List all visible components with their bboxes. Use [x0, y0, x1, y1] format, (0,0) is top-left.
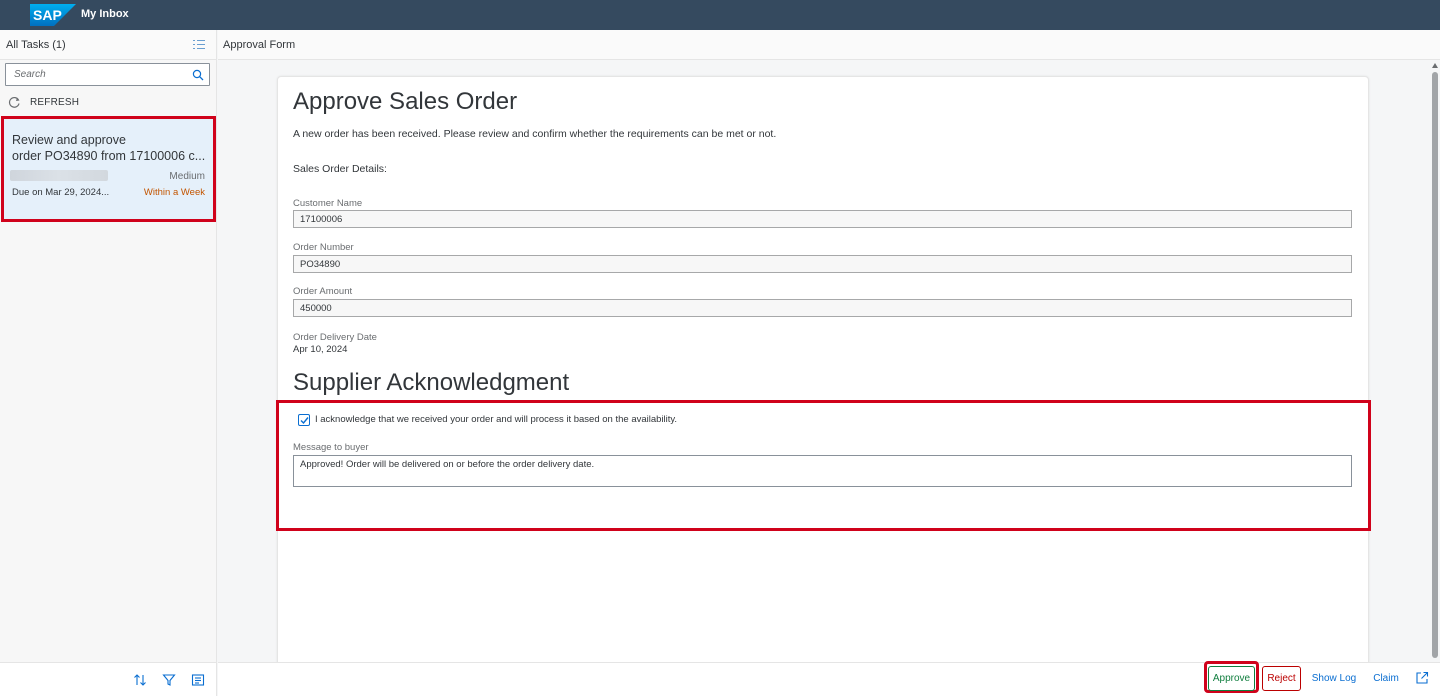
- supplier-ack-heading: Supplier Acknowledgment: [293, 369, 570, 396]
- detail-title: Approval Form: [223, 39, 296, 51]
- order-number-field[interactable]: [293, 255, 1352, 273]
- message-to-buyer-label: Message to buyer: [293, 442, 369, 453]
- acknowledge-checkbox[interactable]: [298, 414, 310, 426]
- shell-header: SAP My Inbox: [0, 0, 1440, 30]
- scroll-up-arrow-icon[interactable]: [1432, 63, 1438, 68]
- scroll-thumb[interactable]: [1432, 72, 1438, 658]
- task-title: Review and approve order PO34890 from 17…: [12, 132, 210, 164]
- refresh-label: REFRESH: [30, 97, 80, 108]
- all-tasks-title: All Tasks (1): [6, 39, 66, 51]
- search-field[interactable]: [5, 63, 210, 86]
- acknowledge-label: I acknowledge that we received your orde…: [315, 414, 678, 425]
- approve-button[interactable]: Approve: [1208, 666, 1255, 691]
- refresh-icon: [8, 96, 20, 108]
- sap-logo[interactable]: SAP: [30, 4, 76, 26]
- open-external-icon[interactable]: [1415, 671, 1429, 685]
- search-icon[interactable]: [192, 69, 204, 81]
- vertical-scrollbar[interactable]: [1430, 61, 1440, 662]
- master-header: All Tasks (1): [0, 30, 216, 60]
- reject-button[interactable]: Reject: [1262, 666, 1301, 691]
- filter-icon[interactable]: [162, 673, 176, 687]
- sales-order-details-label: Sales Order Details:: [293, 163, 387, 175]
- refresh-button[interactable]: REFRESH: [0, 90, 216, 114]
- task-list-item[interactable]: Review and approve order PO34890 from 17…: [1, 116, 216, 222]
- order-amount-label: Order Amount: [293, 286, 353, 297]
- claim-button[interactable]: Claim: [1369, 666, 1403, 691]
- show-log-button[interactable]: Show Log: [1309, 666, 1359, 691]
- order-number-label: Order Number: [293, 242, 354, 253]
- form-intro: A new order has been received. Please re…: [293, 128, 777, 140]
- order-amount-field[interactable]: [293, 299, 1352, 317]
- search-input[interactable]: [6, 64, 186, 85]
- delivery-date-label: Order Delivery Date: [293, 332, 377, 343]
- message-to-buyer-textarea[interactable]: Approved! Order will be delivered on or …: [293, 455, 1352, 487]
- task-priority: Medium: [169, 171, 205, 182]
- form-heading: Approve Sales Order: [293, 88, 518, 115]
- checkmark-icon: [300, 417, 309, 425]
- app-title: My Inbox: [81, 8, 129, 20]
- task-status: Within a Week: [143, 187, 205, 198]
- delivery-date-value: Apr 10, 2024: [293, 344, 348, 355]
- list-settings-icon[interactable]: [192, 38, 206, 52]
- detail-header: Approval Form: [218, 30, 1440, 60]
- task-title-line2: order PO34890 from 17100006 c...: [12, 149, 206, 163]
- redacted-creator: [10, 170, 108, 181]
- task-due-date: Due on Mar 29, 2024...: [12, 187, 110, 198]
- master-footer-toolbar: [0, 662, 216, 696]
- master-panel: All Tasks (1) REFRESH Review and approve…: [0, 30, 217, 696]
- group-icon[interactable]: [191, 673, 205, 687]
- sap-logo-text: SAP: [33, 7, 62, 23]
- sort-icon[interactable]: [133, 673, 147, 687]
- customer-name-label: Customer Name: [293, 198, 363, 209]
- customer-name-field[interactable]: [293, 210, 1352, 228]
- task-title-line1: Review and approve: [12, 133, 126, 147]
